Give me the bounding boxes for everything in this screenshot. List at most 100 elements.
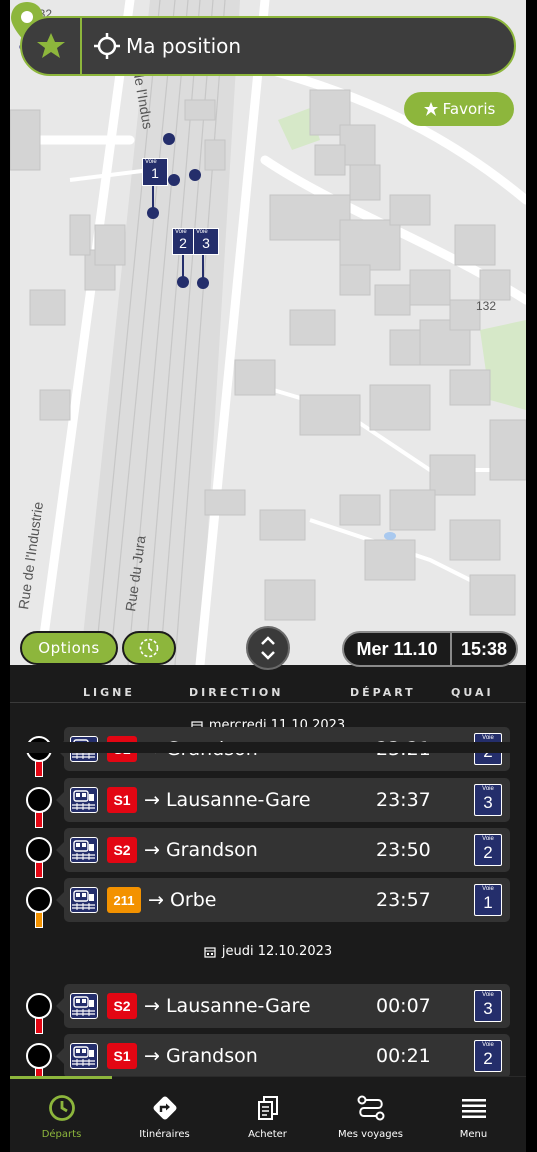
train-icon	[70, 787, 98, 813]
voie-number: 3	[483, 999, 493, 1018]
track-point	[177, 276, 189, 288]
date-value[interactable]: Mer 11.10	[344, 633, 452, 665]
expand-toggle-button[interactable]	[246, 626, 290, 670]
voie-label: Voie	[482, 786, 494, 792]
departure-row[interactable]: 211 → Orbe 23:57 Voie 1	[56, 878, 510, 922]
departure-time: 23:57	[376, 889, 431, 911]
platform-badge: Voie2	[474, 834, 502, 866]
nav-label: Mes voyages	[338, 1129, 403, 1140]
calendar-icon	[204, 946, 216, 958]
line-badge: S2	[107, 837, 137, 863]
favorite-star-button[interactable]	[22, 18, 82, 74]
nav-acheter[interactable]: Acheter	[216, 1077, 319, 1152]
voie-marker-3[interactable]: Voie 3	[193, 228, 219, 255]
tickets-icon	[257, 1096, 278, 1120]
time-filter-button[interactable]	[122, 631, 176, 665]
platform-badge: Voie2	[474, 1040, 502, 1072]
departure-time: 00:07	[376, 995, 431, 1017]
timeline-stop	[26, 837, 52, 863]
timeline-stop	[26, 1043, 52, 1069]
direction-text: → Lausanne-Gare	[144, 789, 311, 811]
voie-marker-1[interactable]: Voie 1	[142, 158, 168, 186]
voie-label: Voie	[482, 735, 494, 741]
nav-itineraires[interactable]: Itinéraires	[113, 1077, 216, 1152]
nav-label: Acheter	[248, 1129, 287, 1140]
star-icon	[423, 102, 438, 116]
departure-row[interactable]: S2 → Lausanne-Gare 00:07 Voie 3	[56, 984, 510, 1028]
options-button[interactable]: Options	[20, 631, 118, 665]
line-badge: S2	[107, 993, 137, 1019]
direction-text: → Lausanne-Gare	[144, 995, 311, 1017]
column-headers: LIGNE DIRECTION DÉPART QUAI	[10, 686, 526, 702]
chevron-up-down-icon	[261, 636, 275, 660]
train-icon	[70, 993, 98, 1019]
day-header: jeudi 12.10.2023	[10, 944, 526, 959]
departure-time: 23:50	[376, 839, 431, 861]
train-icon	[70, 1043, 98, 1069]
options-label: Options	[38, 639, 100, 657]
voie-label: Voie	[482, 886, 494, 892]
day-label: jeudi 12.10.2023	[221, 944, 333, 959]
voie-marker-2[interactable]: Voie 2	[172, 228, 194, 255]
voie-number: 2	[483, 843, 493, 862]
direction-text: → Orbe	[148, 889, 217, 911]
departure-row[interactable]: S1 → Grandson 00:21 Voie 2	[56, 1034, 510, 1078]
nav-departs[interactable]: Départs	[10, 1077, 113, 1152]
header-direction: DIRECTION	[189, 686, 284, 699]
train-icon	[70, 887, 98, 913]
date-time-selector[interactable]: Mer 11.10 15:38	[342, 631, 518, 667]
star-icon	[37, 33, 65, 58]
direction-text: → Grandson	[144, 839, 258, 861]
nav-label: Menu	[459, 1129, 488, 1140]
header-depart: DÉPART	[350, 686, 416, 699]
line-badge: S1	[107, 1043, 137, 1069]
bottom-navigation: Départs Itinéraires Acheter Mes voyages …	[10, 1076, 526, 1152]
nav-mes-voyages[interactable]: Mes voyages	[319, 1077, 422, 1152]
track-point	[147, 207, 159, 219]
directions-icon	[153, 1096, 176, 1120]
voie-number: 3	[483, 793, 493, 812]
voie-number: 2	[483, 1049, 493, 1068]
track-point	[197, 277, 209, 289]
nav-label: Itinéraires	[139, 1129, 190, 1140]
app-screen: 132 132 Rue de l'Indus Rue de l'Industri…	[10, 0, 526, 1152]
platform-badge: Voie 3	[474, 990, 502, 1022]
header-ligne: LIGNE	[83, 686, 135, 699]
location-search-bar[interactable]: Ma position	[20, 16, 516, 76]
timeline-stop	[26, 993, 52, 1019]
nav-label: Départs	[41, 1129, 82, 1140]
menu-icon	[461, 1099, 486, 1118]
direction-text: → Grandson	[144, 1045, 258, 1067]
voie-number: 1	[483, 893, 493, 912]
clock-icon	[48, 1095, 75, 1121]
track-point	[168, 174, 180, 186]
timeline-stop	[26, 787, 52, 813]
time-value[interactable]: 15:38	[452, 639, 516, 660]
platform-badge: Voie 3	[474, 784, 502, 816]
departure-time: 23:37	[376, 789, 431, 811]
favoris-button[interactable]: Favoris	[404, 92, 514, 126]
clock-dashed-icon	[139, 638, 159, 658]
line-badge: S1	[107, 787, 137, 813]
voie-label: Voie	[482, 992, 494, 998]
voie-label: Voie	[482, 1042, 494, 1048]
crosshair-icon	[92, 31, 122, 61]
line-badge: 211	[107, 887, 141, 913]
nav-menu[interactable]: Menu	[422, 1077, 525, 1152]
road-label: Rue de l'Industrie	[15, 501, 46, 611]
departure-row[interactable]: S1 → Lausanne-Gare 23:37 Voie 3	[56, 778, 510, 822]
search-input[interactable]: Ma position	[126, 34, 241, 58]
list-clip-edge	[10, 742, 526, 753]
voie-label: Voie	[482, 836, 494, 842]
route-icon	[357, 1095, 384, 1121]
train-icon	[70, 837, 98, 863]
favoris-label: Favoris	[442, 100, 496, 118]
timeline-stop	[26, 887, 52, 913]
track-point	[189, 169, 201, 181]
header-quai: QUAI	[451, 686, 494, 699]
departure-time: 00:21	[376, 1045, 431, 1067]
route-number-label: 132	[476, 299, 496, 313]
platform-badge: Voie 1	[474, 884, 502, 916]
departure-row[interactable]: S2 → Grandson 23:50 Voie 2	[56, 828, 510, 872]
track-point	[163, 133, 175, 145]
